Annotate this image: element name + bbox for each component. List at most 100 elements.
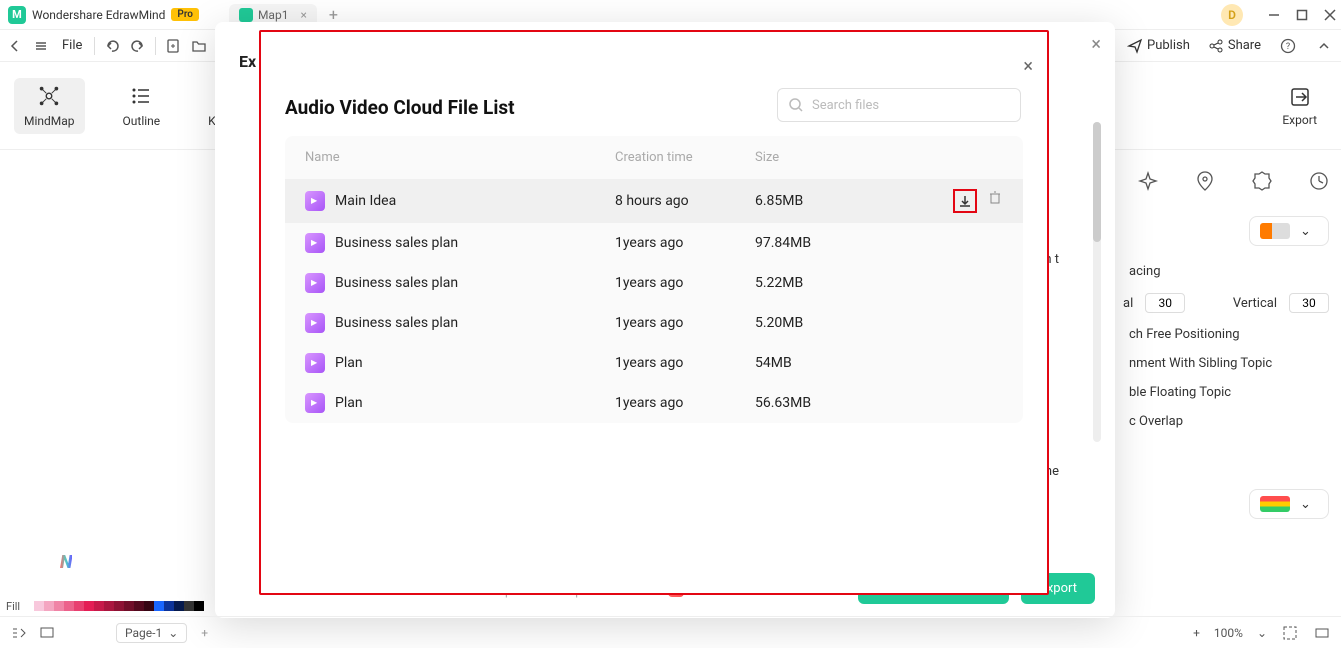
right-panel: ⌄ acing al Vertical ch Free Positioning … — [1111, 150, 1341, 590]
color-swatch[interactable] — [44, 601, 54, 611]
publish-button[interactable]: Publish — [1127, 38, 1190, 54]
color-swatch[interactable] — [194, 601, 204, 611]
file-name: Business sales plan — [335, 235, 458, 251]
fullscreen-icon[interactable] — [1313, 624, 1331, 642]
outline-label: Outline — [123, 114, 161, 128]
sparkle-icon[interactable] — [1137, 170, 1159, 192]
scrollbar[interactable] — [1093, 122, 1101, 442]
dialog-close-button[interactable]: × — [1091, 34, 1101, 55]
clock-icon[interactable] — [1308, 170, 1330, 192]
share-button[interactable]: Share — [1208, 38, 1261, 54]
file-icon — [305, 393, 325, 413]
cloud-file-list-dialog: × Audio Video Cloud File List Name Creat… — [259, 30, 1049, 595]
layout-selector[interactable]: ⌄ — [1249, 216, 1329, 246]
redo-icon[interactable] — [129, 37, 147, 55]
horizontal-spacing-row: al Vertical — [1123, 293, 1329, 313]
file-name: Main Idea — [335, 193, 396, 209]
tab-file-icon — [239, 8, 253, 22]
col-size-header: Size — [755, 150, 895, 165]
color-swatch[interactable] — [104, 601, 114, 611]
free-positioning-option[interactable]: ch Free Positioning — [1123, 327, 1329, 342]
inner-dialog-title: Audio Video Cloud File List — [285, 96, 515, 119]
color-swatch[interactable] — [34, 601, 44, 611]
maximize-icon[interactable] — [1295, 8, 1309, 22]
search-icon — [788, 97, 804, 113]
download-button[interactable] — [953, 189, 977, 213]
zoom-in-icon[interactable]: + — [1193, 626, 1200, 640]
vertical-spacing-input[interactable] — [1289, 293, 1329, 313]
color-swatch[interactable] — [154, 601, 164, 611]
color-swatch[interactable] — [164, 601, 174, 611]
file-size: 97.84MB — [755, 235, 895, 251]
color-swatch[interactable] — [24, 601, 34, 611]
file-menu[interactable]: File — [58, 38, 86, 53]
fill-label: Fill — [6, 600, 20, 613]
inner-dialog-close-button[interactable]: × — [1023, 56, 1033, 77]
mindmap-view-button[interactable]: MindMap — [14, 78, 85, 134]
file-time: 1years ago — [615, 275, 755, 291]
file-time: 8 hours ago — [615, 193, 755, 209]
search-input[interactable] — [812, 98, 1010, 113]
color-swatch[interactable] — [134, 601, 144, 611]
color-swatch[interactable] — [174, 601, 184, 611]
outline-view-button[interactable]: Outline — [113, 78, 171, 134]
color-swatch[interactable] — [184, 601, 194, 611]
logo-watermark: N — [60, 552, 72, 573]
minimize-icon[interactable] — [1267, 8, 1281, 22]
chevron-down-icon[interactable]: ⌄ — [1257, 626, 1267, 640]
theme-selector[interactable]: ⌄ — [1249, 489, 1329, 519]
overlap-option[interactable]: c Overlap — [1123, 414, 1329, 429]
undo-icon[interactable] — [103, 37, 121, 55]
export-label: Export — [1282, 113, 1317, 127]
status-bar: Page-1 ⌄ + + 100% ⌄ — [0, 616, 1341, 648]
color-swatch[interactable] — [124, 601, 134, 611]
color-swatch[interactable] — [74, 601, 84, 611]
help-icon[interactable]: ? — [1279, 37, 1297, 55]
outline-toggle-icon[interactable] — [10, 624, 28, 642]
back-icon[interactable] — [6, 37, 24, 55]
table-header: Name Creation time Size — [285, 136, 1023, 179]
presentation-icon[interactable] — [38, 624, 56, 642]
sibling-alignment-option[interactable]: nment With Sibling Topic — [1123, 356, 1329, 371]
color-swatch[interactable] — [64, 601, 74, 611]
user-avatar[interactable]: D — [1221, 4, 1243, 26]
color-swatch[interactable] — [114, 601, 124, 611]
scrollbar-thumb[interactable] — [1093, 122, 1101, 242]
file-size: 56.63MB — [755, 395, 895, 411]
floating-topic-option[interactable]: ble Floating Topic — [1123, 385, 1329, 400]
table-row[interactable]: Business sales plan1years ago97.84MB — [285, 223, 1023, 263]
tab-close-icon[interactable]: × — [300, 8, 306, 22]
chevron-down-icon: ⌄ — [1300, 224, 1311, 239]
search-box[interactable] — [777, 88, 1021, 122]
badge-icon[interactable] — [1251, 170, 1273, 192]
color-strip: Fill — [0, 596, 204, 616]
color-swatch[interactable] — [54, 601, 64, 611]
horizontal-spacing-input[interactable] — [1145, 293, 1185, 313]
table-row[interactable]: Business sales plan1years ago5.20MB — [285, 303, 1023, 343]
table-row[interactable]: Plan1years ago56.63MB — [285, 383, 1023, 423]
file-icon — [305, 191, 325, 211]
menu-icon[interactable] — [32, 37, 50, 55]
page-selector[interactable]: Page-1 ⌄ — [116, 623, 187, 643]
color-swatch[interactable] — [94, 601, 104, 611]
delete-button[interactable] — [987, 189, 1003, 205]
table-row[interactable]: Main Idea8 hours ago6.85MB — [285, 179, 1023, 223]
mindmap-label: MindMap — [24, 114, 75, 128]
right-panel-icons — [1137, 170, 1329, 192]
folder-icon[interactable] — [190, 37, 208, 55]
table-row[interactable]: Business sales plan1years ago5.22MB — [285, 263, 1023, 303]
layout-swatch-icon — [1260, 223, 1290, 239]
location-icon[interactable] — [1194, 170, 1216, 192]
table-row[interactable]: Plan1years ago54MB — [285, 343, 1023, 383]
new-doc-icon[interactable] — [164, 37, 182, 55]
fit-screen-icon[interactable] — [1281, 624, 1299, 642]
add-page-button[interactable]: + — [201, 626, 208, 640]
color-swatch[interactable] — [84, 601, 94, 611]
color-swatch[interactable] — [144, 601, 154, 611]
collapse-icon[interactable] — [1315, 37, 1333, 55]
outline-icon — [129, 84, 153, 108]
file-name: Plan — [335, 355, 363, 371]
export-button[interactable]: Export — [1282, 85, 1317, 127]
close-icon[interactable] — [1323, 8, 1337, 22]
app-name: Wondershare EdrawMind — [32, 8, 165, 22]
